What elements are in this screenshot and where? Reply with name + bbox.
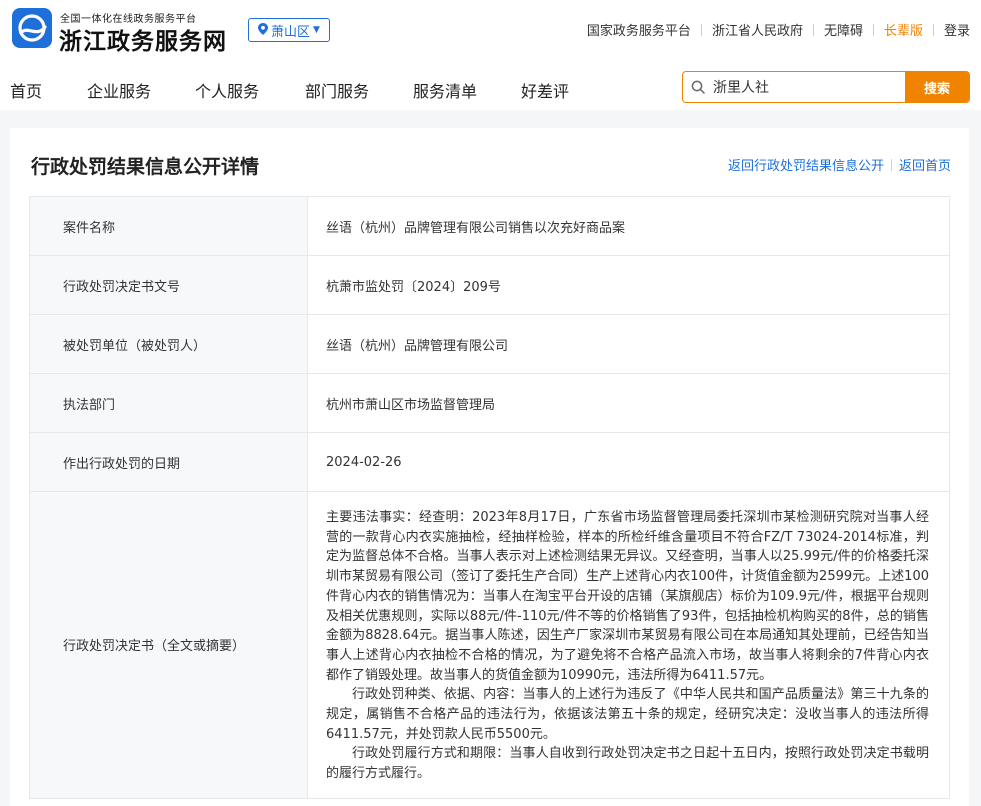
table-row: 行政处罚决定书文号 杭萧市监处罚〔2024〕209号	[29, 255, 950, 315]
row-label: 作出行政处罚的日期	[29, 432, 308, 492]
region-label: 萧山区	[271, 24, 311, 40]
divider	[932, 23, 934, 36]
main-nav: 首页 企业服务 个人服务 部门服务 服务清单 好差评	[10, 78, 569, 102]
row-value: 杭萧市监处罚〔2024〕209号	[307, 255, 950, 315]
row-label: 被处罚单位（被处罚人）	[29, 314, 308, 374]
table-row: 执法部门 杭州市萧山区市场监督管理局	[29, 373, 950, 433]
divider	[700, 23, 702, 36]
row-label: 行政处罚决定书文号	[29, 255, 308, 315]
site-header: 全国一体化在线政务服务平台 浙江政务服务网 萧山区 ▼ 国家政务服务平台 浙江省…	[0, 0, 981, 110]
link-provincial-government[interactable]: 浙江省人民政府	[712, 20, 803, 39]
search-icon	[683, 72, 713, 102]
divider	[812, 23, 814, 36]
divider	[872, 23, 874, 36]
top-links: 国家政务服务平台 浙江省人民政府 无障碍 长辈版 登录	[587, 20, 970, 39]
return-links: 返回行政处罚结果信息公开 返回首页	[728, 155, 951, 174]
link-accessibility[interactable]: 无障碍	[824, 20, 863, 39]
site-logo-icon[interactable]	[12, 8, 52, 48]
row-label: 行政处罚决定书（全文或摘要）	[29, 491, 308, 799]
decision-paragraph: 行政处罚种类、依据、内容：当事人的上述行为违反了《中华人民共和国产品质量法》第三…	[326, 687, 929, 742]
login-link[interactable]: 登录	[944, 20, 970, 39]
back-to-home-link[interactable]: 返回首页	[899, 155, 951, 174]
nav-rating[interactable]: 好差评	[521, 78, 569, 102]
chevron-down-icon: ▼	[313, 25, 320, 35]
row-value: 2024-02-26	[307, 432, 950, 492]
location-pin-icon	[258, 22, 269, 38]
row-value: 丝语（杭州）品牌管理有限公司销售以次充好商品案	[307, 196, 950, 256]
table-row: 行政处罚决定书（全文或摘要） 主要违法事实：经查明：2023年8月17日，广东省…	[29, 491, 950, 799]
page-title: 行政处罚结果信息公开详情	[31, 156, 260, 178]
link-national-platform[interactable]: 国家政务服务平台	[587, 20, 691, 39]
link-elder-mode[interactable]: 长辈版	[884, 20, 923, 39]
search-input[interactable]	[713, 72, 905, 102]
search-box: 搜索	[682, 71, 970, 103]
detail-card: 行政处罚结果信息公开详情 返回行政处罚结果信息公开 返回首页 案件名称 丝语（杭…	[10, 128, 969, 806]
site-name[interactable]: 浙江政务服务网	[59, 22, 227, 56]
row-label: 案件名称	[29, 196, 308, 256]
nav-personal-services[interactable]: 个人服务	[195, 78, 305, 102]
back-to-list-link[interactable]: 返回行政处罚结果信息公开	[728, 155, 884, 174]
decision-paragraph: 行政处罚履行方式和期限：当事人自收到行政处罚决定书之日起十五日内，按照行政处罚决…	[326, 746, 929, 782]
decision-paragraph: 主要违法事实：经查明：2023年8月17日，广东省市场监督管理局委托深圳市某检测…	[326, 510, 929, 683]
row-label: 执法部门	[29, 373, 308, 433]
nav-department-services[interactable]: 部门服务	[305, 78, 413, 102]
nav-enterprise-services[interactable]: 企业服务	[87, 78, 195, 102]
nav-home[interactable]: 首页	[10, 78, 87, 102]
detail-table: 案件名称 丝语（杭州）品牌管理有限公司销售以次充好商品案 行政处罚决定书文号 杭…	[29, 196, 950, 799]
search-button[interactable]: 搜索	[905, 72, 969, 102]
row-value: 丝语（杭州）品牌管理有限公司	[307, 314, 950, 374]
row-value: 主要违法事实：经查明：2023年8月17日，广东省市场监督管理局委托深圳市某检测…	[307, 491, 950, 799]
divider	[890, 158, 892, 171]
table-row: 被处罚单位（被处罚人） 丝语（杭州）品牌管理有限公司	[29, 314, 950, 374]
table-row: 案件名称 丝语（杭州）品牌管理有限公司销售以次充好商品案	[29, 196, 950, 256]
region-selector[interactable]: 萧山区 ▼	[248, 18, 330, 42]
table-row: 作出行政处罚的日期 2024-02-26	[29, 432, 950, 492]
nav-service-list[interactable]: 服务清单	[413, 78, 521, 102]
row-value: 杭州市萧山区市场监督管理局	[307, 373, 950, 433]
